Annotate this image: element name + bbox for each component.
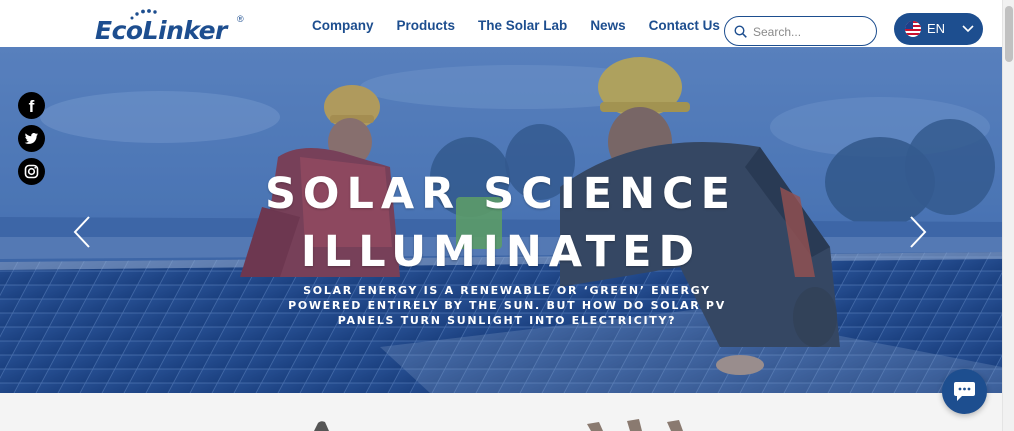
facebook-icon[interactable]: f — [18, 92, 45, 119]
registered-mark: ® — [237, 14, 244, 24]
chevron-right-icon[interactable] — [909, 215, 927, 249]
hero-title: SOLAR SCIENCE ILLUMINATED — [0, 165, 1002, 281]
search-box[interactable] — [724, 16, 877, 46]
chat-button[interactable] — [942, 369, 987, 414]
instagram-camera-icon — [24, 164, 39, 179]
hero-subtitle: SOLAR ENERGY IS A RENEWABLE OR ‘GREEN’ E… — [288, 284, 726, 327]
nav-news[interactable]: News — [590, 18, 625, 33]
nav-contact-us[interactable]: Contact Us — [649, 18, 720, 33]
logo-text: EcoLinker — [95, 16, 227, 45]
hero-banner: SOLAR SCIENCE ILLUMINATED SOLAR ENERGY I… — [0, 47, 1002, 393]
twitter-bird-icon — [24, 133, 38, 144]
main-nav: Company Products The Solar Lab News Cont… — [312, 18, 743, 33]
twitter-icon[interactable] — [18, 125, 45, 152]
social-bar: f — [18, 92, 45, 191]
page-scrollbar[interactable] — [1002, 0, 1014, 431]
product-image-partial — [314, 421, 329, 431]
instagram-icon[interactable] — [18, 158, 45, 185]
nav-solar-lab[interactable]: The Solar Lab — [478, 18, 567, 33]
language-selector[interactable]: EN — [894, 13, 983, 45]
search-icon — [734, 25, 747, 38]
chevron-down-icon — [962, 25, 974, 33]
hero-title-line-1: SOLAR SCIENCE — [264, 169, 738, 219]
search-input[interactable] — [753, 23, 868, 41]
content-strip — [0, 393, 1002, 431]
facebook-glyph: f — [28, 97, 35, 116]
us-flag-icon — [905, 21, 921, 37]
nav-company[interactable]: Company — [312, 18, 374, 33]
site-header: EcoLinker ® Company Products The Solar L… — [0, 0, 1002, 47]
chevron-left-icon[interactable] — [73, 215, 91, 249]
scrollbar-thumb[interactable] — [1005, 6, 1013, 62]
nav-products[interactable]: Products — [397, 18, 456, 33]
product-image-partial-2 — [587, 419, 683, 431]
language-label: EN — [927, 21, 946, 36]
page: EcoLinker ® Company Products The Solar L… — [0, 0, 1014, 431]
hero-title-line-2: ILLUMINATED — [300, 227, 702, 277]
chat-bubble-icon — [954, 382, 975, 401]
